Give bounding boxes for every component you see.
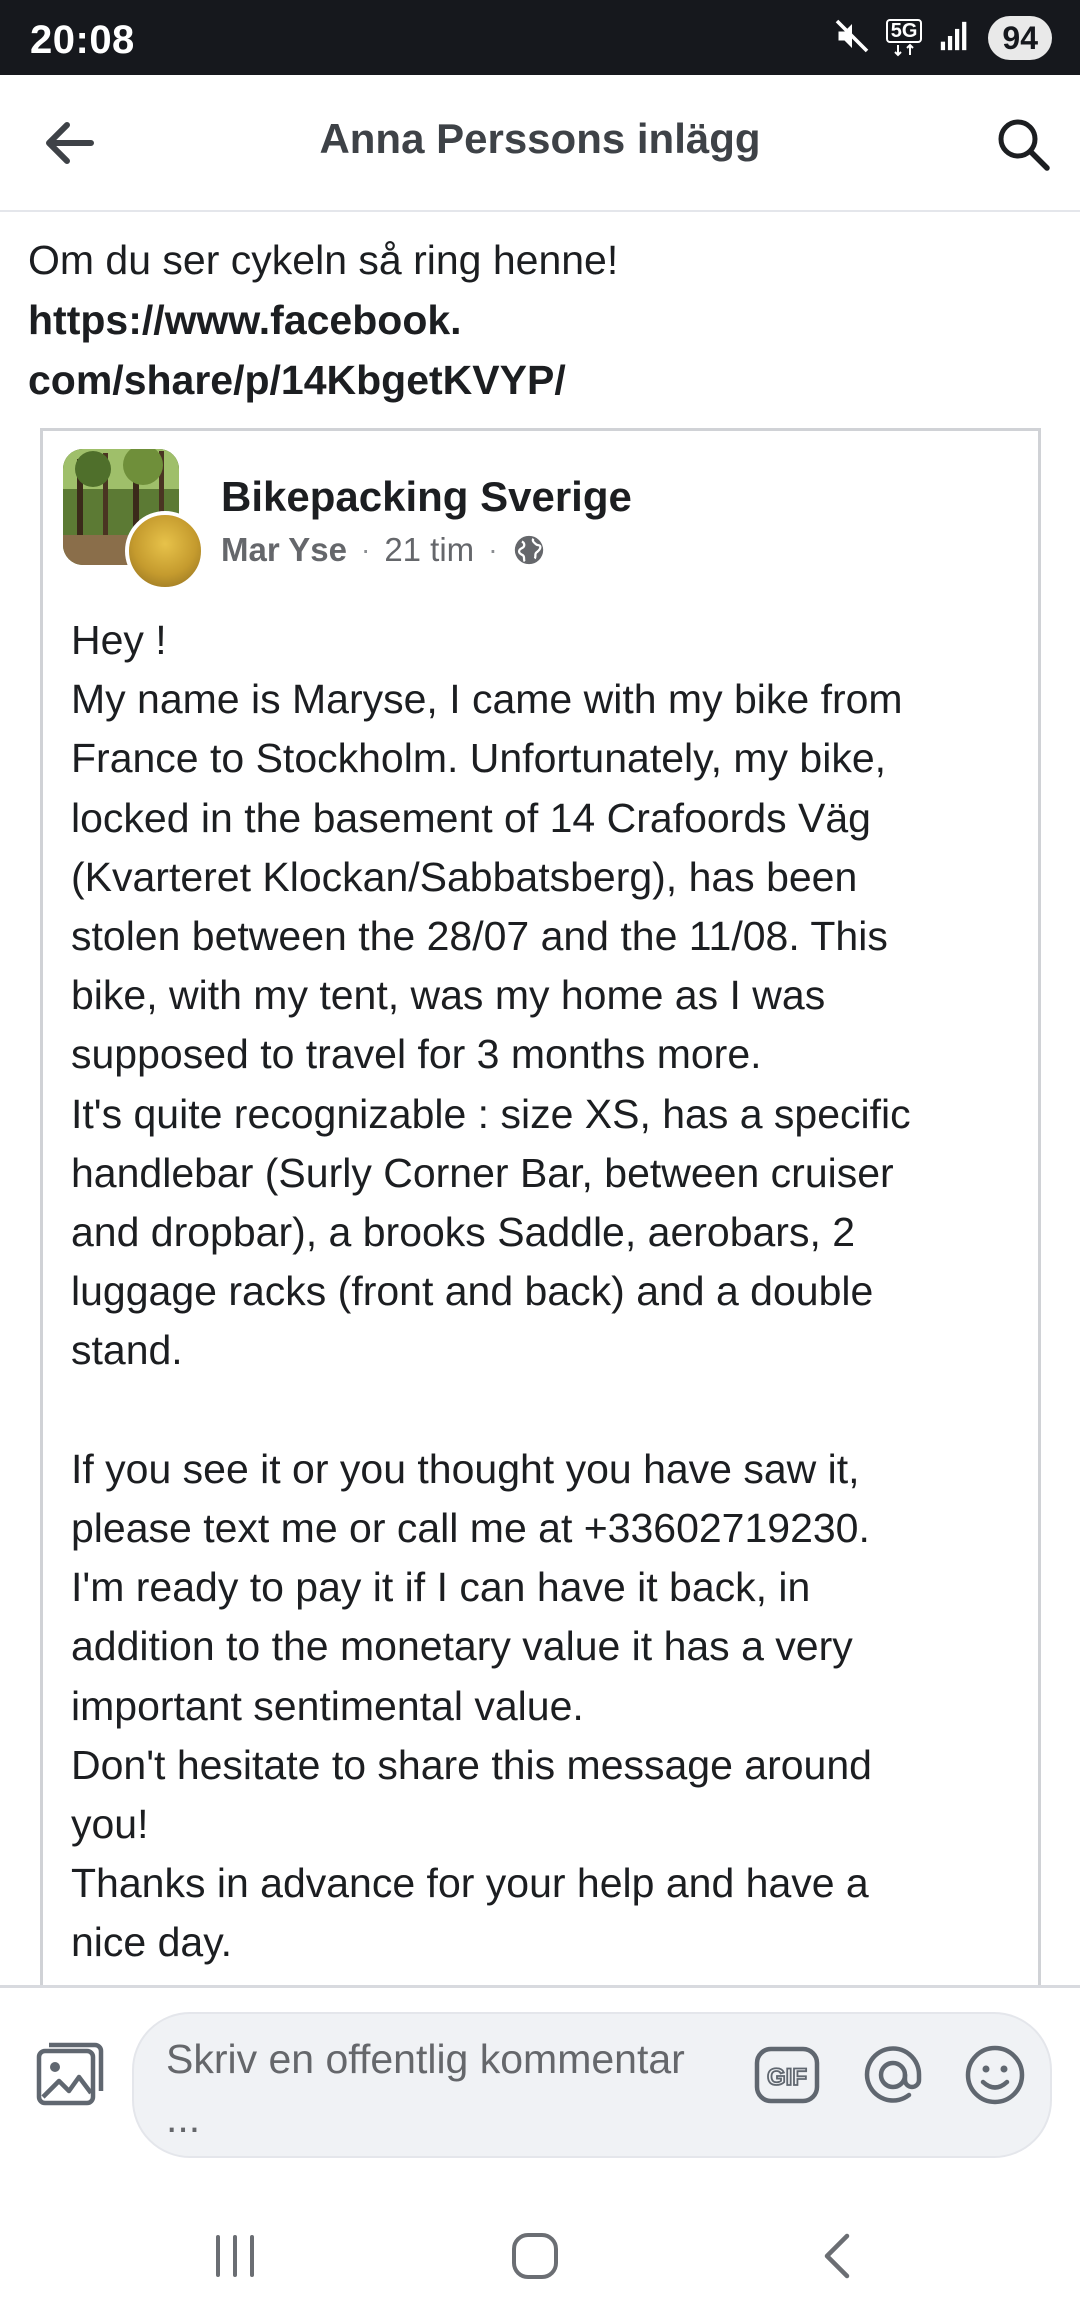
gif-button[interactable]: GIF — [752, 2040, 822, 2110]
comment-bar: Skriv en offentlig kommentar ... GIF — [0, 1985, 1080, 2181]
post-meta: Mar Yse · 21 tim · — [221, 531, 546, 569]
group-name[interactable]: Bikepacking Sverige — [221, 473, 632, 521]
home-icon — [512, 2233, 558, 2279]
photo-icon — [36, 2042, 104, 2106]
search-button[interactable] — [988, 109, 1058, 179]
network-5g-icon: 5G — [885, 19, 923, 57]
signal-icon — [938, 19, 972, 58]
chevron-left-icon — [824, 2233, 850, 2279]
mute-icon — [834, 18, 870, 59]
network-label: 5G — [885, 19, 923, 43]
status-bar: 20:08 5G 94 — [0, 0, 1080, 75]
status-icons: 5G 94 — [834, 12, 1052, 64]
post-time[interactable]: 21 tim — [384, 531, 474, 569]
status-time: 20:08 — [30, 18, 135, 62]
shared-post-body: Hey ! My name is Maryse, I came with my … — [71, 617, 911, 1966]
post-text: Om du ser cykeln så ring henne! https://… — [28, 230, 1048, 410]
comment-placeholder: Skriv en offentlig kommentar ... — [166, 2036, 685, 2141]
at-icon — [864, 2046, 922, 2103]
mention-button[interactable] — [858, 2040, 928, 2110]
add-photo-button[interactable] — [30, 2033, 110, 2113]
gif-icon: GIF — [754, 2046, 820, 2104]
meta-separator: · — [360, 534, 371, 565]
meta-separator: · — [488, 534, 498, 565]
emoji-button[interactable] — [960, 2040, 1030, 2110]
post-intro-text: Om du ser cykeln så ring henne! — [28, 237, 619, 283]
battery-indicator: 94 — [988, 16, 1052, 60]
page-title: Anna Perssons inlägg — [319, 115, 761, 162]
search-icon — [998, 119, 1050, 171]
recents-icon — [216, 2235, 254, 2277]
post-link-line2: com/share/p/14KbgetKVYP/ — [28, 357, 566, 403]
author-avatar[interactable] — [125, 511, 205, 591]
post-link[interactable]: https://www.facebook. com/share/p/14Kbge… — [28, 290, 1048, 410]
author-name[interactable]: Mar Yse — [221, 531, 347, 569]
gif-label: GIF — [767, 2064, 807, 2091]
recents-button[interactable] — [190, 2211, 280, 2301]
post-link-line1: https://www.facebook. — [28, 297, 462, 343]
comment-input[interactable]: Skriv en offentlig kommentar ... GIF — [132, 2012, 1052, 2158]
emoji-icon — [965, 2045, 1025, 2105]
globe-icon — [514, 535, 543, 565]
shared-post-card[interactable]: Bikepacking Sverige Mar Yse · 21 tim · H… — [40, 428, 1041, 1988]
system-nav-bar — [0, 2181, 1080, 2316]
home-button[interactable] — [490, 2211, 580, 2301]
nav-back-button[interactable] — [792, 2211, 882, 2301]
app-header: Anna Perssons inlägg — [0, 75, 1080, 212]
